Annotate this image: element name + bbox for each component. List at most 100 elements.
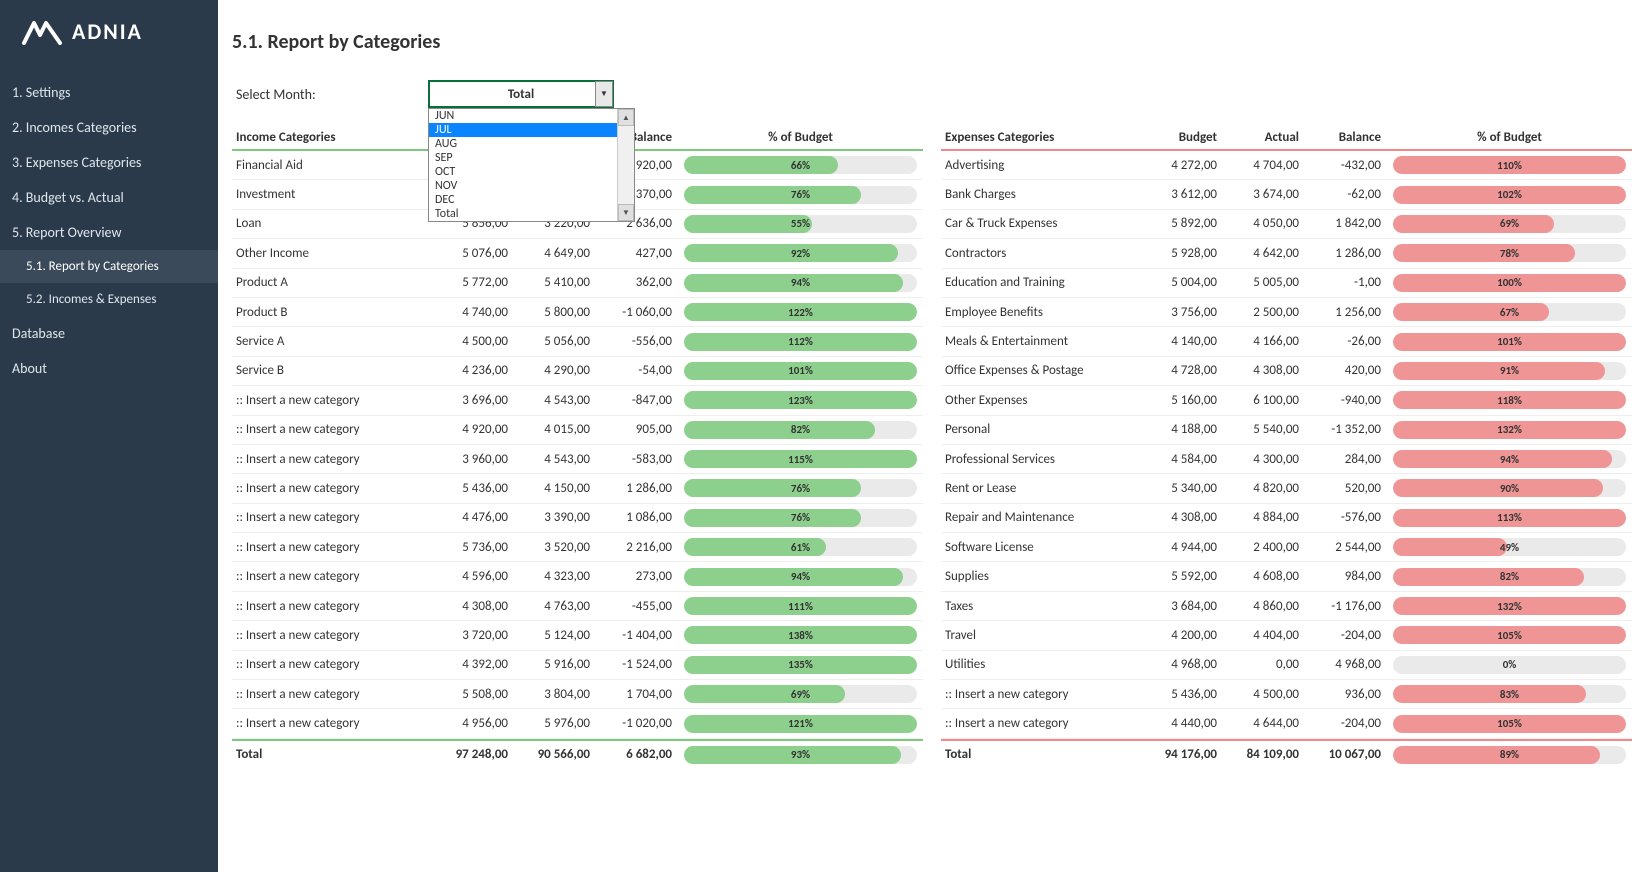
table-row: Advertising4 272,004 704,00-432,00110% (941, 151, 1632, 180)
progress-label: 93% (684, 746, 917, 764)
table-row: Car & Truck Expenses5 892,004 050,001 84… (941, 210, 1632, 239)
table-row: :: Insert a new category5 436,004 500,00… (941, 680, 1632, 709)
cell-actual: 4 820,00 (1223, 481, 1305, 496)
month-selector[interactable]: Total ▼ (428, 80, 614, 108)
cell-category: Supplies (941, 569, 1141, 584)
table-row: Contractors5 928,004 642,001 286,0078% (941, 239, 1632, 268)
cell-category: :: Insert a new category (232, 628, 432, 643)
brand-text: ADNIA (72, 18, 143, 45)
nav-item[interactable]: 3. Expenses Categories (0, 145, 218, 180)
cell-budget: 4 272,00 (1141, 158, 1223, 173)
cell-balance: 420,00 (1305, 363, 1387, 378)
cell-actual: 4 649,00 (514, 246, 596, 261)
table-row: Utilities4 968,000,004 968,000% (941, 651, 1632, 680)
cell-budget: 5 508,00 (432, 687, 514, 702)
cell-actual: 5 410,00 (514, 275, 596, 290)
month-selector-value: Total (508, 87, 534, 102)
cell-budget: 4 728,00 (1141, 363, 1223, 378)
progress-label: 76% (684, 509, 917, 527)
cell-actual: 5 124,00 (514, 628, 596, 643)
nav-item[interactable]: 5. Report Overview (0, 215, 218, 250)
cell-balance: 1 286,00 (1305, 246, 1387, 261)
cell-category: Repair and Maintenance (941, 510, 1141, 525)
table-row: Service A4 500,005 056,00-556,00112% (232, 327, 923, 356)
cell-pct: 111% (678, 597, 923, 615)
col-budget: Budget (1141, 130, 1223, 145)
scroll-down-icon[interactable]: ▼ (618, 204, 634, 221)
cell-balance: -204,00 (1305, 628, 1387, 643)
nav-item[interactable]: 5.2. Incomes & Expenses (0, 283, 218, 316)
cell-actual: 3 520,00 (514, 540, 596, 555)
cell-category: Service A (232, 334, 432, 349)
progress-label: 123% (684, 391, 917, 409)
cell-balance: 1 086,00 (596, 510, 678, 525)
page-title: 5.1. Report by Categories (232, 30, 1632, 54)
scroll-up-icon[interactable]: ▲ (618, 109, 634, 126)
cell-balance: -204,00 (1305, 716, 1387, 731)
table-row: :: Insert a new category5 436,004 150,00… (232, 474, 923, 503)
cell-balance: -1 020,00 (596, 716, 678, 731)
cell-budget: 4 236,00 (432, 363, 514, 378)
cell-balance: -62,00 (1305, 187, 1387, 202)
cell-actual: 5 800,00 (514, 305, 596, 320)
cell-pct: 82% (1387, 568, 1632, 586)
progress-label: 91% (1393, 362, 1626, 380)
progress-bar: 113% (1393, 509, 1626, 527)
cell-budget: 3 684,00 (1141, 599, 1223, 614)
progress-label: 55% (684, 215, 917, 233)
progress-bar: 76% (684, 186, 917, 204)
table-row: :: Insert a new category5 736,003 520,00… (232, 533, 923, 562)
cell-actual: 5 916,00 (514, 657, 596, 672)
nav-item[interactable]: 5.1. Report by Categories (0, 250, 218, 283)
nav-item[interactable]: About (0, 351, 218, 386)
cell-balance: 273,00 (596, 569, 678, 584)
table-row: :: Insert a new category4 920,004 015,00… (232, 416, 923, 445)
cell-budget: 4 968,00 (1141, 657, 1223, 672)
cell-budget: 5 436,00 (1141, 687, 1223, 702)
progress-bar: 82% (684, 421, 917, 439)
dropdown-scrollbar[interactable]: ▲ ▼ (617, 109, 634, 221)
cell-balance: 905,00 (596, 422, 678, 437)
nav-item[interactable]: 1. Settings (0, 75, 218, 110)
dropdown-item[interactable]: OCT (429, 165, 634, 179)
col-category: Income Categories (232, 130, 432, 145)
cell-pct: 101% (1387, 333, 1632, 351)
progress-bar: 91% (1393, 362, 1626, 380)
cell-pct: 92% (678, 244, 923, 262)
progress-label: 118% (1393, 391, 1626, 409)
progress-label: 138% (684, 626, 917, 644)
cell-actual: 4 860,00 (1223, 599, 1305, 614)
cell-budget: 4 392,00 (432, 657, 514, 672)
main-content: 5.1. Report by Categories Select Month: … (218, 0, 1640, 872)
nav-item[interactable]: 2. Incomes Categories (0, 110, 218, 145)
progress-bar: 61% (684, 538, 917, 556)
progress-label: 82% (1393, 568, 1626, 586)
cell-actual: 5 540,00 (1223, 422, 1305, 437)
dropdown-arrow-icon[interactable]: ▼ (595, 81, 613, 107)
progress-bar: 102% (1393, 186, 1626, 204)
cell-balance: -1,00 (1305, 275, 1387, 290)
dropdown-item[interactable]: SEP (429, 151, 634, 165)
nav-item[interactable]: 4. Budget vs. Actual (0, 180, 218, 215)
progress-label: 110% (1393, 156, 1626, 174)
progress-label: 132% (1393, 421, 1626, 439)
cell-pct: 94% (1387, 450, 1632, 468)
dropdown-item[interactable]: AUG (429, 137, 634, 151)
cell-pct: 112% (678, 333, 923, 351)
nav-item[interactable]: Database (0, 316, 218, 351)
cell-category: :: Insert a new category (232, 687, 432, 702)
cell-balance: 10 067,00 (1305, 747, 1387, 762)
table-row: :: Insert a new category3 696,004 543,00… (232, 386, 923, 415)
progress-label: 49% (1393, 538, 1626, 556)
cell-balance: -26,00 (1305, 334, 1387, 349)
dropdown-item[interactable]: JUL (429, 123, 634, 137)
cell-budget: 4 584,00 (1141, 452, 1223, 467)
cell-budget: 5 772,00 (432, 275, 514, 290)
dropdown-item[interactable]: DEC (429, 193, 634, 207)
progress-bar: 112% (684, 333, 917, 351)
progress-bar: 123% (684, 391, 917, 409)
dropdown-item[interactable]: JUN (429, 109, 634, 123)
dropdown-item[interactable]: Total (429, 207, 634, 221)
dropdown-item[interactable]: NOV (429, 179, 634, 193)
cell-balance: 6 682,00 (596, 747, 678, 762)
